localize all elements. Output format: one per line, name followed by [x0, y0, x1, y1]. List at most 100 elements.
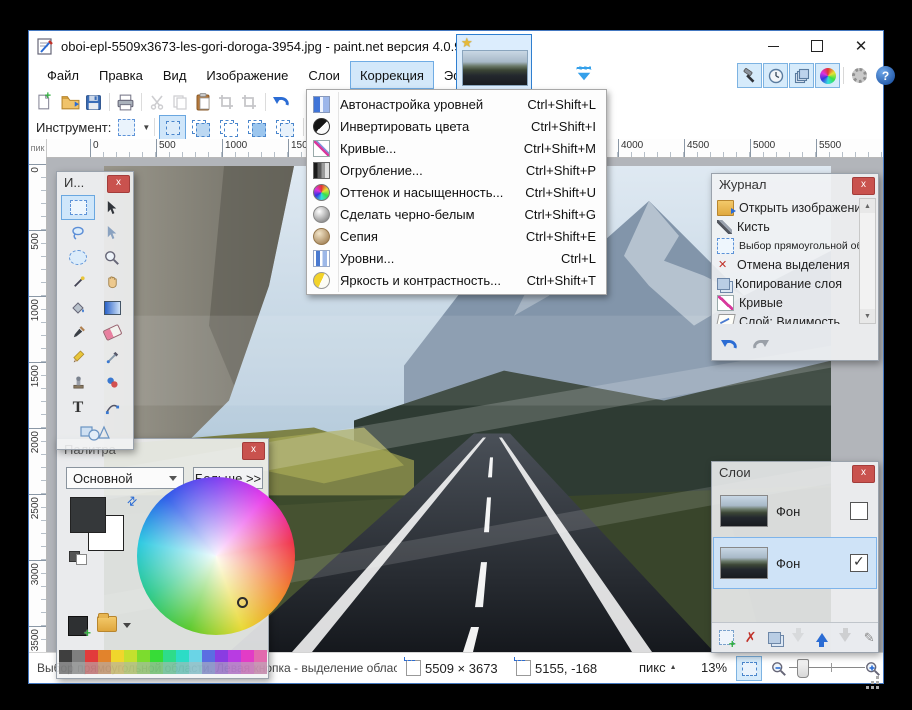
layer-row[interactable]: Фон	[713, 537, 877, 589]
crop-button[interactable]	[215, 91, 237, 113]
tool-recolor[interactable]	[95, 370, 129, 395]
tool-text[interactable]: T	[61, 395, 95, 420]
undo-button[interactable]	[270, 91, 292, 113]
move-layer-down-button[interactable]	[837, 628, 855, 648]
cut-button[interactable]	[146, 91, 168, 113]
palette-swatch[interactable]	[241, 650, 254, 662]
menu-item[interactable]: Коррекция	[350, 61, 434, 89]
zoom-level[interactable]: 13%	[701, 660, 727, 675]
menu-item[interactable]: Файл	[37, 61, 89, 89]
layer-visibility-checkbox[interactable]	[850, 502, 868, 520]
history-panel-close-button[interactable]: x	[852, 177, 875, 195]
palette-swatch[interactable]	[254, 650, 267, 662]
tool-shapes[interactable]	[61, 420, 129, 445]
add-color-button[interactable]: +	[68, 616, 88, 636]
print-button[interactable]	[114, 91, 136, 113]
palette-swatch[interactable]	[163, 650, 176, 662]
palettes-caret-icon[interactable]	[123, 623, 131, 628]
palette-swatch[interactable]	[111, 650, 124, 662]
tools-panel-close-button[interactable]: x	[107, 175, 130, 193]
selection-mode-subtract[interactable]	[215, 115, 242, 140]
color-mode-dropdown[interactable]: Основной	[66, 467, 184, 489]
adjustments-menu-item[interactable]: Уровни... Ctrl+L	[307, 247, 606, 269]
palette-swatch[interactable]	[228, 662, 241, 674]
color-wheel[interactable]	[137, 477, 295, 635]
history-undo-button[interactable]	[718, 336, 740, 354]
image-tab[interactable]: ★	[456, 34, 532, 90]
mini-swatch-pair[interactable]	[69, 551, 87, 565]
selection-mode-add[interactable]	[187, 115, 214, 140]
primary-color-swatch[interactable]	[70, 497, 106, 533]
palette-swatch[interactable]	[98, 662, 111, 674]
layers-window-toggle[interactable]	[789, 63, 814, 88]
history-redo-button[interactable]	[750, 336, 772, 354]
tool-lasso-select[interactable]	[61, 220, 95, 245]
palette-swatch[interactable]	[163, 662, 176, 674]
adjustments-menu-item[interactable]: Оттенок и насыщенность... Ctrl+Shift+U	[307, 181, 606, 203]
scroll-up-icon[interactable]: ▲	[860, 199, 875, 213]
help-button[interactable]: ?	[873, 63, 898, 88]
zoom-in-button[interactable]	[860, 656, 886, 681]
adjustments-menu-item[interactable]: Сепия Ctrl+Shift+E	[307, 225, 606, 247]
menu-item[interactable]: Изображение	[196, 61, 298, 89]
tool-line-curve[interactable]	[95, 395, 129, 420]
palette-swatch[interactable]	[202, 662, 215, 674]
tool-pan[interactable]	[95, 270, 129, 295]
tool-color-picker[interactable]	[95, 345, 129, 370]
history-item[interactable]: Кисть	[715, 217, 860, 236]
palette-swatch[interactable]	[228, 650, 241, 662]
close-button[interactable]: ✕	[839, 31, 883, 61]
palette-swatch[interactable]	[150, 650, 163, 662]
palette-swatch[interactable]	[202, 650, 215, 662]
zoom-out-button[interactable]	[766, 656, 792, 681]
palette-swatch[interactable]	[215, 662, 228, 674]
palette-swatch[interactable]	[124, 650, 137, 662]
tool-gradient[interactable]	[95, 295, 129, 320]
tool-paintbrush[interactable]	[61, 320, 95, 345]
tool-move-selection[interactable]	[95, 220, 129, 245]
tools-window-toggle[interactable]	[737, 63, 762, 88]
palette-swatch[interactable]	[85, 650, 98, 662]
palettes-folder-button[interactable]	[97, 616, 117, 632]
current-tool-dropdown[interactable]	[115, 116, 137, 138]
history-item[interactable]: Открыть изображение	[715, 198, 860, 217]
palette-swatch[interactable]	[189, 662, 202, 674]
menu-item[interactable]: Правка	[89, 61, 153, 89]
palette-swatch[interactable]	[111, 662, 124, 674]
adjustments-menu-item[interactable]: Автонастройка уровней Ctrl+Shift+L	[307, 93, 606, 115]
history-item[interactable]: Отмена выделения	[715, 255, 860, 274]
colors-panel-close-button[interactable]: x	[242, 442, 265, 460]
palette-swatch[interactable]	[59, 662, 72, 674]
scroll-down-icon[interactable]: ▼	[860, 309, 875, 323]
palette-swatch[interactable]	[189, 650, 202, 662]
layers-panel-close-button[interactable]: x	[852, 465, 875, 483]
tool-pencil[interactable]	[61, 345, 95, 370]
open-file-button[interactable]	[59, 91, 81, 113]
layer-visibility-checkbox[interactable]	[850, 554, 868, 572]
copy-button[interactable]	[169, 91, 191, 113]
palette-swatch[interactable]	[59, 650, 72, 662]
delete-layer-button[interactable]: ✗	[742, 628, 760, 648]
history-window-toggle[interactable]	[763, 63, 788, 88]
move-layer-up-button[interactable]	[813, 628, 831, 648]
palette-swatch[interactable]	[241, 662, 254, 674]
menu-item[interactable]: Вид	[153, 61, 197, 89]
selection-mode-intersect[interactable]	[243, 115, 270, 140]
palette-swatch[interactable]	[98, 650, 111, 662]
add-layer-button[interactable]	[718, 628, 736, 648]
layer-row[interactable]: Фон	[713, 485, 877, 537]
adjustments-menu-item[interactable]: Яркость и контрастность... Ctrl+Shift+T	[307, 269, 606, 291]
history-item[interactable]: Слой: Видимость	[715, 312, 860, 324]
maximize-button[interactable]	[795, 31, 839, 61]
chevron-down-icon[interactable]: ▼	[142, 123, 150, 132]
history-item[interactable]: Копирование слоя	[715, 274, 860, 293]
palette-swatch[interactable]	[176, 650, 189, 662]
tool-zoom[interactable]	[95, 245, 129, 270]
zoom-to-fit-button[interactable]	[736, 656, 762, 681]
tool-magic-wand[interactable]	[61, 270, 95, 295]
palette-swatch[interactable]	[137, 662, 150, 674]
tool-paint-bucket[interactable]	[61, 295, 95, 320]
adjustments-menu-item[interactable]: Сделать черно-белым Ctrl+Shift+G	[307, 203, 606, 225]
layer-properties-button[interactable]: ✎	[860, 628, 878, 648]
selection-mode-invert[interactable]	[271, 115, 298, 140]
